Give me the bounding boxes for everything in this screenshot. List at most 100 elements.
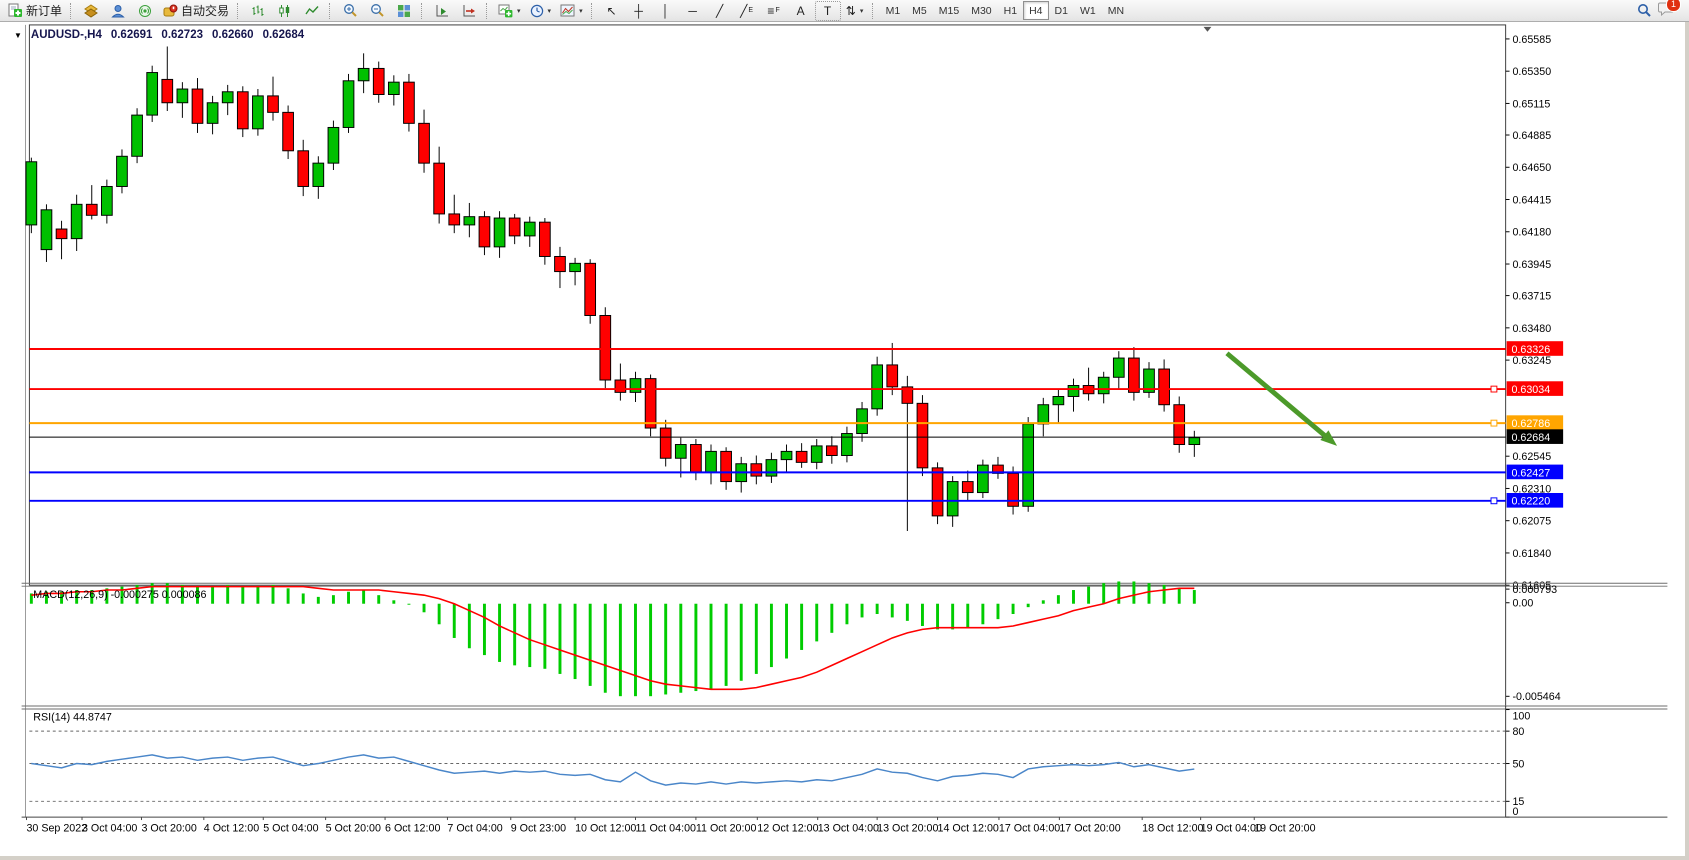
price-tick-label: 0.64885 (1512, 130, 1551, 142)
search-icon (1637, 3, 1652, 18)
price-tick-label: 0.64180 (1512, 227, 1551, 239)
candle (449, 214, 460, 225)
macd-histogram-bar (407, 604, 410, 605)
macd-histogram-bar (891, 604, 894, 618)
low-value: 0.62660 (212, 29, 254, 41)
zoom-out-button[interactable] (364, 1, 390, 21)
candle (222, 92, 233, 103)
timeframe-button-h1[interactable]: H1 (998, 1, 1023, 20)
candle (132, 115, 143, 156)
macd-histogram-bar (861, 604, 864, 618)
chat-button[interactable]: 1 (1658, 1, 1675, 21)
line-handle[interactable] (1491, 386, 1497, 392)
macd-histogram-bar (785, 604, 788, 659)
separator (872, 3, 876, 19)
community-button[interactable] (105, 1, 131, 21)
macd-axis-label: -0.005464 (1512, 691, 1560, 703)
new-order-button[interactable]: 新订单 (4, 1, 66, 21)
cursor-icon: ↖ (607, 5, 617, 17)
candle (313, 163, 324, 186)
timeframe-button-mn[interactable]: MN (1102, 1, 1130, 20)
candle (358, 68, 369, 80)
crosshair-button[interactable]: ┼ (626, 1, 652, 21)
candle (26, 162, 37, 225)
vertical-line-button[interactable]: │ (653, 1, 679, 21)
arrows-button[interactable]: ⇅▾ (842, 1, 868, 21)
new-chart-button[interactable]: ▾ (494, 1, 525, 21)
timeframe-button-h4[interactable]: H4 (1023, 1, 1048, 20)
candle (585, 263, 596, 315)
price-tick-label: 0.64650 (1512, 162, 1551, 174)
periods-button[interactable]: ▾ (526, 1, 556, 21)
timeframe-button-m5[interactable]: M5 (906, 1, 933, 20)
timeframe-button-m15[interactable]: M15 (933, 1, 965, 20)
macd-histogram-bar (423, 604, 426, 613)
macd-histogram-bar (740, 604, 743, 681)
cursor-button[interactable]: ↖ (599, 1, 625, 21)
price-tick-label: 0.63480 (1512, 323, 1551, 335)
vertical-line-icon: │ (662, 5, 670, 17)
search-button[interactable] (1631, 1, 1657, 21)
date-label: 30 Sep 2022 (26, 823, 87, 835)
candle (932, 468, 943, 516)
chart-shift-button[interactable] (456, 1, 482, 21)
candle (479, 217, 490, 247)
auto-scroll-button[interactable] (429, 1, 455, 21)
candle (796, 451, 807, 462)
mt4-window: 新订单 自动交易 ▾ ▾ ▾ ↖ ┼ │ ─ ╱ ╱E ≡F A T (0, 0, 1689, 860)
timeframe-button-m1[interactable]: M1 (880, 1, 907, 20)
date-label: 17 Oct 04:00 (999, 823, 1060, 835)
trendline-button[interactable]: ╱ (707, 1, 733, 21)
autotrading-button[interactable]: 自动交易 (159, 1, 233, 21)
macd-histogram-bar (438, 604, 441, 625)
macd-histogram-bar (694, 604, 697, 691)
candle (192, 89, 203, 123)
candle (1174, 405, 1185, 445)
candle (71, 204, 82, 238)
date-label: 13 Oct 04:00 (818, 823, 879, 835)
bar-chart-button[interactable] (245, 1, 271, 21)
tile-windows-button[interactable] (391, 1, 417, 21)
line-handle[interactable] (1491, 420, 1497, 426)
macd-histogram-bar (483, 604, 486, 655)
macd-histogram-bar (830, 604, 833, 633)
candle (555, 256, 566, 271)
signals-button[interactable] (132, 1, 158, 21)
line-chart-button[interactable] (299, 1, 325, 21)
macd-histogram-bar (211, 587, 214, 604)
dropdown-caret-icon: ▾ (548, 7, 552, 15)
candle (268, 96, 279, 112)
macd-histogram-bar (1132, 581, 1135, 603)
macd-histogram-bar (362, 590, 365, 604)
line-handle[interactable] (1491, 498, 1497, 504)
market-button[interactable] (78, 1, 104, 21)
fibonacci-button[interactable]: ≡F (761, 1, 787, 21)
timeframe-button-w1[interactable]: W1 (1074, 1, 1102, 20)
channel-button[interactable]: ╱E (734, 1, 760, 21)
arrows-icon: ⇅ (846, 5, 856, 17)
rsi-level-label: 80 (1512, 726, 1524, 738)
candlestick-chart-button[interactable] (272, 1, 298, 21)
zoom-in-button[interactable] (337, 1, 363, 21)
macd-histogram-bar (256, 587, 259, 604)
candle (781, 451, 792, 459)
separator (591, 3, 595, 19)
rsi-level-label: 0 (1512, 806, 1518, 818)
macd-histogram-bar (241, 587, 244, 604)
chart-canvas[interactable]: 0.655850.653500.651150.648850.646500.644… (0, 22, 1689, 860)
timeframe-button-m30[interactable]: M30 (965, 1, 997, 20)
chart-menu-caret-icon[interactable]: ▼ (14, 31, 22, 40)
candle (86, 204, 97, 215)
text-button[interactable]: A (788, 1, 814, 21)
templates-button[interactable]: ▾ (556, 1, 587, 21)
timeframe-button-d1[interactable]: D1 (1049, 1, 1074, 20)
horizontal-line-button[interactable]: ─ (680, 1, 706, 21)
macd-histogram-bar (1087, 587, 1090, 604)
candle (117, 156, 128, 186)
macd-histogram-bar (1178, 588, 1181, 603)
macd-histogram-bar (559, 604, 562, 674)
separator (329, 3, 333, 19)
text-label-button[interactable]: T (815, 1, 841, 21)
market-icon (84, 4, 98, 18)
candle (102, 186, 113, 215)
